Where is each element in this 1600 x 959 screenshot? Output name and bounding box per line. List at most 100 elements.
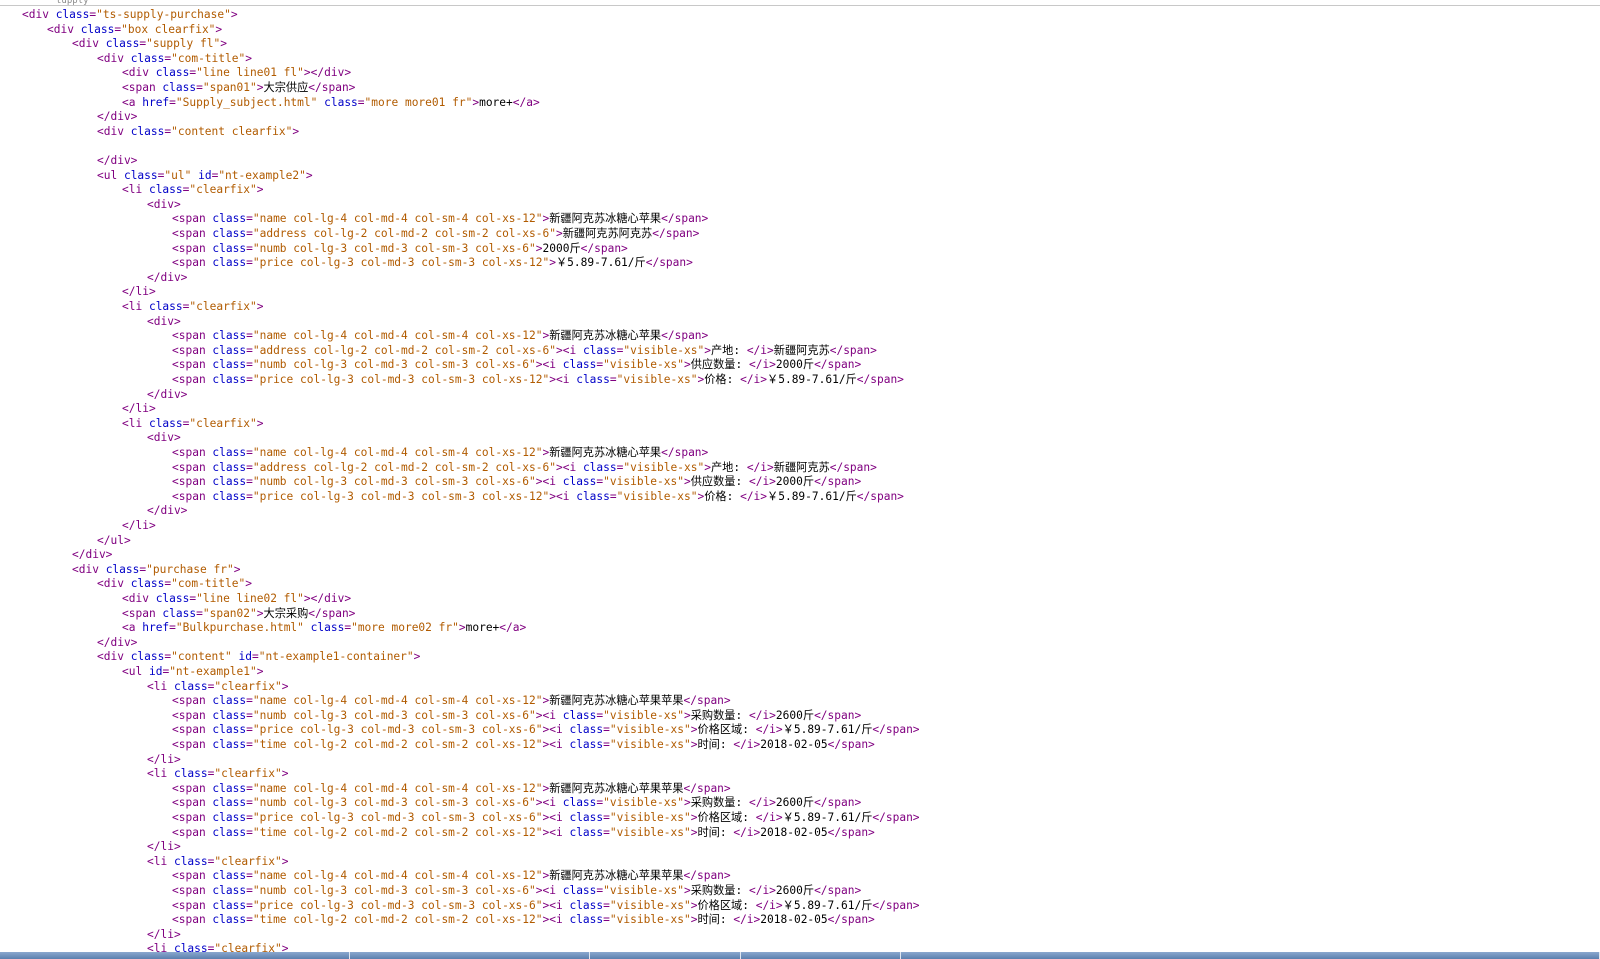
code-line[interactable]: <span class="span01">大宗供应</span> bbox=[122, 81, 355, 96]
code-token: "name col-lg-4 col-md-4 col-sm-4 col-xs-… bbox=[252, 694, 543, 708]
taskbar-segment[interactable] bbox=[740, 952, 902, 959]
code-line[interactable]: <a href="Supply_subject.html" class="mor… bbox=[122, 96, 540, 111]
code-token: 时间: bbox=[697, 825, 734, 839]
code-line[interactable]: </li> bbox=[122, 402, 156, 417]
code-token: <span bbox=[172, 694, 206, 708]
code-line[interactable]: </ul> bbox=[97, 534, 131, 549]
code-line[interactable]: <span class="time col-lg-2 col-md-2 col-… bbox=[172, 913, 875, 928]
code-line[interactable]: <div class="content clearfix"> bbox=[97, 125, 299, 140]
code-line[interactable]: <span class="name col-lg-4 col-md-4 col-… bbox=[172, 694, 731, 709]
code-line[interactable]: </div> bbox=[72, 548, 112, 563]
code-line[interactable]: <span class="numb col-lg-3 col-md-3 col-… bbox=[172, 796, 861, 811]
code-line[interactable]: <div class="line line01 fl"></div> bbox=[122, 66, 351, 81]
code-line[interactable]: <li class="clearfix"> bbox=[147, 767, 289, 782]
code-line[interactable]: <li class="clearfix"> bbox=[122, 183, 264, 198]
code-line[interactable]: <a href="Bulkpurchase.html" class="more … bbox=[122, 621, 526, 636]
code-line[interactable]: <div class="ts-supply-purchase"> bbox=[22, 8, 238, 23]
code-line[interactable]: </div> bbox=[97, 636, 137, 651]
code-line[interactable]: <span class="address col-lg-2 col-md-2 c… bbox=[172, 461, 877, 476]
code-line[interactable]: <ul id="nt-example1"> bbox=[122, 665, 264, 680]
code-token: "numb col-lg-3 col-md-3 col-sm-3 col-xs-… bbox=[252, 475, 536, 489]
code-line[interactable]: </div> bbox=[97, 154, 137, 169]
code-token: <i bbox=[542, 796, 556, 810]
code-line[interactable]: <div class="line line02 fl"></div> bbox=[122, 592, 351, 607]
code-line[interactable]: <span class="price col-lg-3 col-md-3 col… bbox=[172, 256, 693, 271]
code-line[interactable]: <span class="name col-lg-4 col-md-4 col-… bbox=[172, 869, 731, 884]
code-line[interactable]: </li> bbox=[147, 753, 181, 768]
code-token: "Supply_subject.html" bbox=[175, 95, 318, 109]
code-token: "numb col-lg-3 col-md-3 col-sm-3 col-xs-… bbox=[252, 708, 536, 722]
code-line[interactable]: <span class="address col-lg-2 col-md-2 c… bbox=[172, 344, 877, 359]
code-line[interactable]: <span class="name col-lg-4 col-md-4 col-… bbox=[172, 212, 708, 227]
code-token: <div bbox=[97, 650, 124, 664]
code-line[interactable]: <div class="supply fl"> bbox=[72, 37, 227, 52]
code-token: </li> bbox=[147, 840, 181, 854]
code-line[interactable]: </div> bbox=[147, 388, 187, 403]
code-line[interactable]: <span class="time col-lg-2 col-md-2 col-… bbox=[172, 826, 875, 841]
code-line[interactable]: <li class="clearfix"> bbox=[147, 942, 289, 952]
taskbar-segment[interactable] bbox=[901, 952, 1600, 959]
code-token: <li bbox=[147, 854, 168, 868]
code-line[interactable]: <div class="purchase fr"> bbox=[72, 563, 240, 578]
code-line[interactable]: <span class="time col-lg-2 col-md-2 col-… bbox=[172, 738, 875, 753]
code-line[interactable]: <span class="numb col-lg-3 col-md-3 col-… bbox=[172, 475, 861, 490]
code-line[interactable]: </li> bbox=[147, 928, 181, 943]
code-line[interactable]: <span class="numb col-lg-3 col-md-3 col-… bbox=[172, 884, 861, 899]
code-token: = bbox=[196, 606, 203, 620]
code-token: 新疆阿克苏冰糖心苹果苹果 bbox=[549, 781, 684, 795]
code-token: > bbox=[256, 665, 264, 678]
taskbar-segment[interactable] bbox=[349, 952, 591, 959]
code-token: <span bbox=[172, 913, 206, 927]
code-line[interactable]: </li> bbox=[122, 285, 156, 300]
code-token: </li> bbox=[122, 285, 156, 299]
taskbar-segment[interactable] bbox=[0, 952, 350, 959]
code-token: > bbox=[305, 168, 313, 182]
code-line[interactable]: <li class="clearfix"> bbox=[147, 855, 289, 870]
code-line[interactable]: <div> bbox=[147, 315, 181, 330]
code-token: = bbox=[603, 913, 610, 927]
code-line[interactable]: <span class="numb col-lg-3 col-md-3 col-… bbox=[172, 358, 861, 373]
code-token: > bbox=[704, 460, 711, 474]
code-token: "clearfix" bbox=[189, 183, 257, 197]
code-token: class bbox=[148, 592, 190, 605]
code-token: 2018-02-05 bbox=[760, 738, 828, 751]
code-token: "visible-xs" bbox=[603, 708, 684, 722]
code-line[interactable]: </div> bbox=[97, 110, 137, 125]
code-line[interactable]: <span class="price col-lg-3 col-md-3 col… bbox=[172, 373, 904, 388]
code-line[interactable]: <div> bbox=[147, 198, 181, 213]
code-line[interactable]: <span class="price col-lg-3 col-md-3 col… bbox=[172, 811, 920, 826]
code-line[interactable]: </div> bbox=[147, 504, 187, 519]
code-line[interactable]: <span class="numb col-lg-3 col-md-3 col-… bbox=[172, 709, 861, 724]
code-token: 2018-02-05 bbox=[760, 913, 828, 927]
code-line[interactable]: <span class="name col-lg-4 col-md-4 col-… bbox=[172, 329, 708, 344]
code-line[interactable]: </li> bbox=[122, 519, 156, 534]
code-line[interactable]: <div class="com-title"> bbox=[97, 52, 252, 67]
code-editor[interactable]: <div class="ts-supply-purchase"> <div cla… bbox=[0, 8, 1600, 952]
code-line[interactable]: <div class="content" id="nt-example1-con… bbox=[97, 650, 420, 665]
code-token: "clearfix" bbox=[214, 942, 282, 952]
code-line[interactable]: <span class="span02">大宗采购</span> bbox=[122, 607, 355, 622]
code-line[interactable]: <div> bbox=[147, 431, 181, 446]
code-token: > bbox=[683, 884, 691, 897]
code-line[interactable]: <ul class="ul" id="nt-example2"> bbox=[97, 169, 313, 184]
code-line[interactable]: <span class="name col-lg-4 col-md-4 col-… bbox=[172, 782, 731, 797]
code-line[interactable]: <span class="price col-lg-3 col-md-3 col… bbox=[172, 899, 920, 914]
taskbar-segment[interactable] bbox=[590, 952, 741, 959]
code-token: class bbox=[123, 124, 165, 138]
code-line[interactable]: <span class="price col-lg-3 col-md-3 col… bbox=[172, 490, 904, 505]
code-line[interactable]: </div> bbox=[147, 271, 187, 286]
code-line[interactable]: <li class="clearfix"> bbox=[122, 300, 264, 315]
code-line[interactable]: <li class="clearfix"> bbox=[122, 417, 264, 432]
code-token: "box clearfix" bbox=[121, 22, 216, 36]
code-line[interactable]: <span class="name col-lg-4 col-md-4 col-… bbox=[172, 446, 708, 461]
code-token: = bbox=[246, 825, 253, 839]
code-line[interactable]: <div class="com-title"> bbox=[97, 577, 252, 592]
code-line[interactable]: <span class="address col-lg-2 col-md-2 c… bbox=[172, 227, 699, 242]
code-token: <i bbox=[555, 373, 570, 386]
code-line[interactable]: <li class="clearfix"> bbox=[147, 680, 289, 695]
code-line[interactable]: <div class="box clearfix"> bbox=[47, 23, 222, 38]
code-token: 新疆阿克苏冰糖心苹果 bbox=[549, 446, 662, 459]
code-line[interactable]: </li> bbox=[147, 840, 181, 855]
code-line[interactable]: <span class="numb col-lg-3 col-md-3 col-… bbox=[172, 242, 628, 257]
code-line[interactable]: <span class="price col-lg-3 col-md-3 col… bbox=[172, 723, 920, 738]
